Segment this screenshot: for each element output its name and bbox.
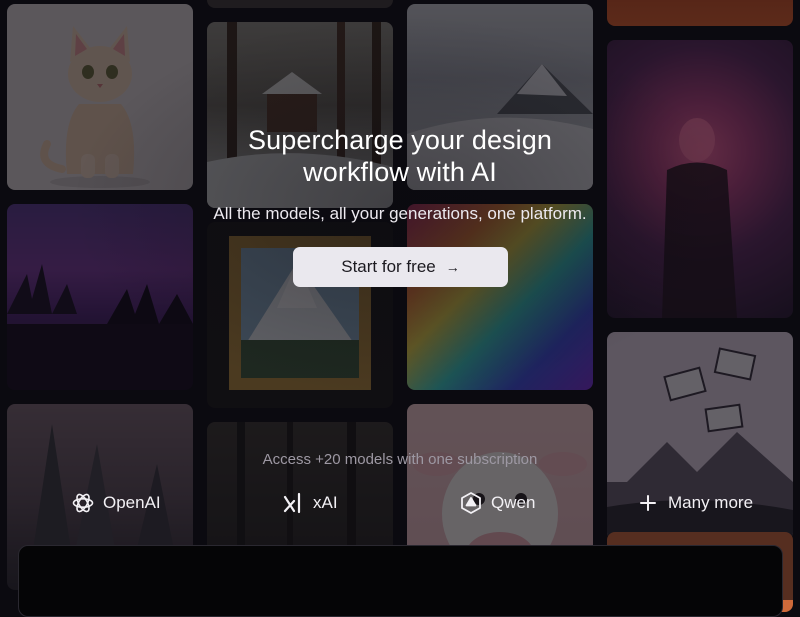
gallery-image-abstract-fluid <box>407 204 593 390</box>
gallery-image-purple-sunset-forest <box>7 204 193 390</box>
models-caption: Access +20 models with one subscription <box>262 451 538 468</box>
gallery-image-top-strip <box>207 0 393 8</box>
model-xai-label: xAI <box>313 493 338 512</box>
bottom-preview-panel <box>18 545 783 617</box>
model-qwen-label: Qwen <box>491 493 536 512</box>
hero-headline-line1: Supercharge your design <box>248 125 552 155</box>
openai-logo-icon <box>71 491 95 515</box>
models-list: OpenAI xAI Qwen Many more <box>0 488 800 518</box>
hero-headline-line2: workflow with AI <box>303 157 497 187</box>
model-xai: xAI <box>281 488 338 518</box>
start-for-free-button[interactable]: Start for free → <box>293 247 508 287</box>
arrow-right-icon: → <box>445 259 460 275</box>
hero-headline: Supercharge your design workflow with AI <box>0 124 800 188</box>
model-qwen: Qwen <box>459 488 535 518</box>
hero-subline: All the models, all your generations, on… <box>213 204 587 223</box>
plus-icon <box>636 491 660 515</box>
start-for-free-label: Start for free <box>341 257 436 276</box>
model-many-more: Many more <box>636 488 753 518</box>
hero-section: Supercharge your design workflow with AI… <box>0 124 800 224</box>
model-many-more-label: Many more <box>668 493 754 512</box>
qwen-logo-icon <box>459 491 483 515</box>
model-openai: OpenAI <box>71 488 161 518</box>
xai-logo-icon <box>281 491 305 515</box>
model-openai-label: OpenAI <box>103 493 161 512</box>
gallery-image-desert-dunes <box>607 0 793 26</box>
